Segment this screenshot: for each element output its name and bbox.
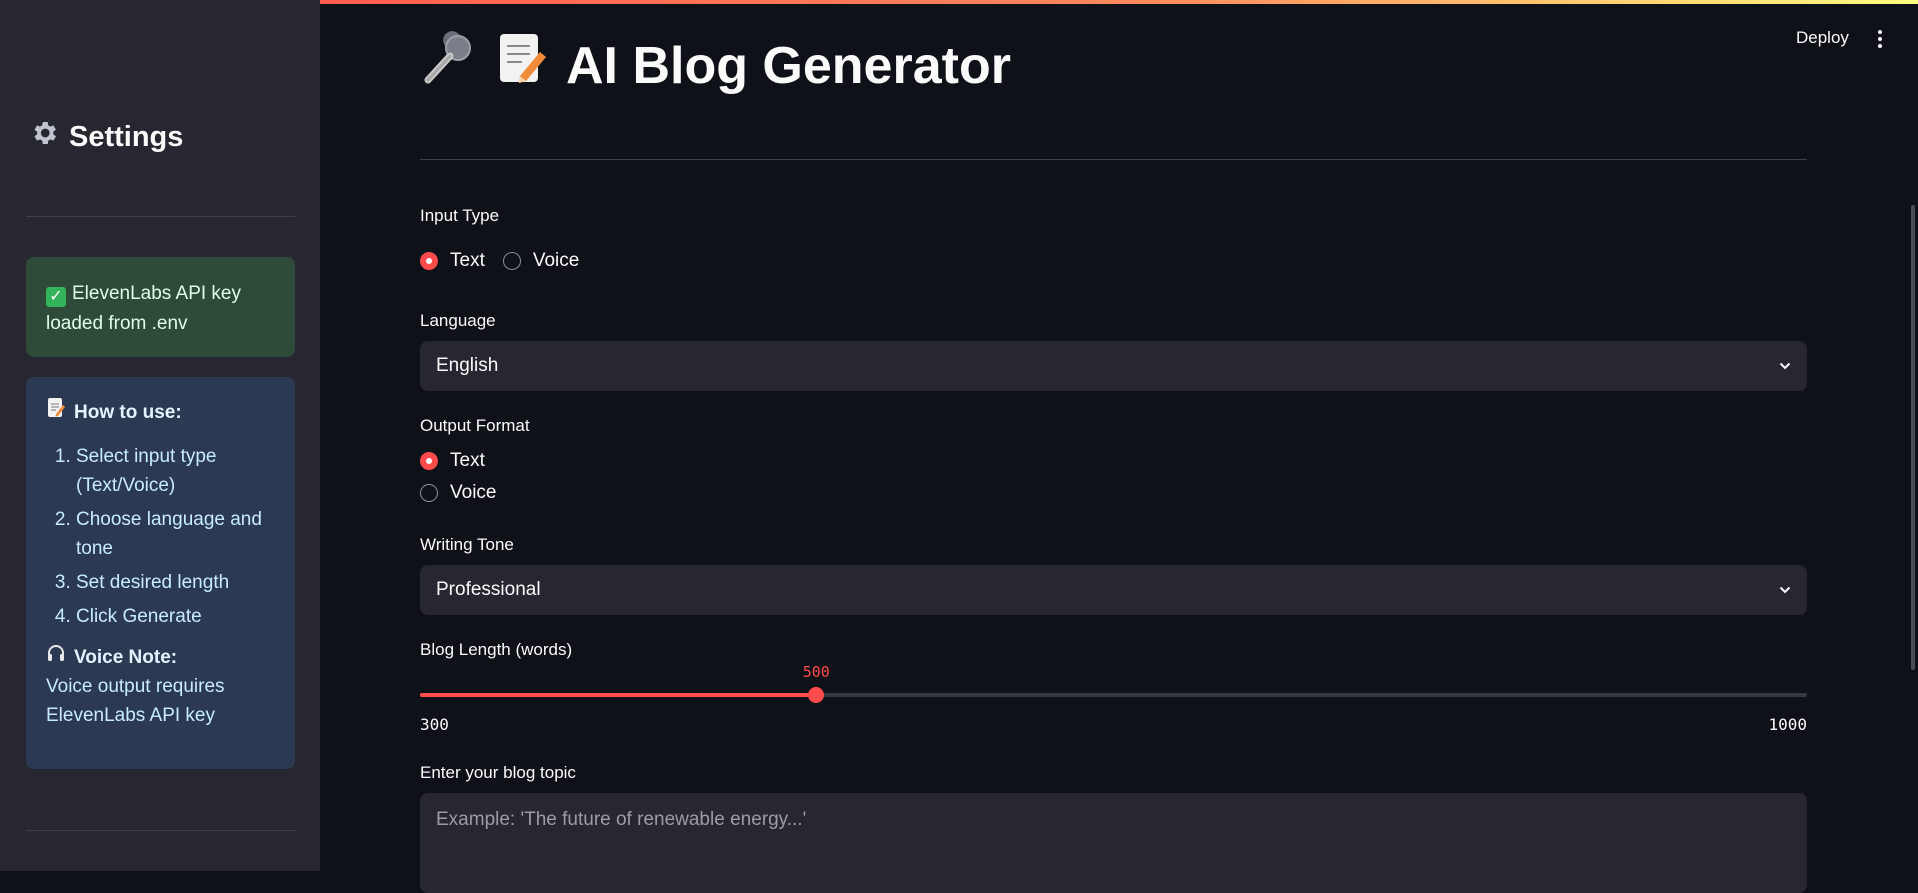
output-format-radio-text[interactable]: Text bbox=[420, 450, 485, 472]
radio-unselected-indicator bbox=[420, 484, 438, 502]
chevron-down-icon bbox=[1779, 586, 1791, 594]
language-label: Language bbox=[420, 311, 496, 330]
list-item: Set desired length bbox=[76, 568, 275, 597]
check-icon: ✓ bbox=[46, 287, 66, 307]
main-scrollbar[interactable] bbox=[1911, 205, 1915, 670]
sidebar-divider bbox=[26, 830, 295, 831]
title-divider bbox=[420, 159, 1807, 160]
radio-label: Text bbox=[450, 450, 485, 471]
list-item: Click Generate bbox=[76, 602, 275, 631]
slider-min-label: 300 bbox=[420, 715, 449, 734]
radio-selected-indicator bbox=[420, 452, 438, 470]
chevron-down-icon bbox=[1779, 362, 1791, 370]
input-type-radio-group: Text Voice bbox=[420, 250, 597, 272]
list-item: Choose language and tone bbox=[76, 505, 275, 563]
radio-label: Voice bbox=[532, 250, 580, 271]
input-type-radio-voice[interactable]: Voice bbox=[502, 250, 580, 272]
how-to-use-info-box: How to use: Select input type (Text/Voic… bbox=[26, 377, 295, 769]
sidebar-title: Settings bbox=[29, 118, 183, 156]
output-format-radio-text-row: Text bbox=[420, 450, 503, 472]
sidebar-divider bbox=[26, 216, 295, 217]
radio-unselected-indicator bbox=[502, 252, 521, 270]
voice-note-text: Voice output requires ElevenLabs API key bbox=[46, 676, 225, 726]
language-select-value: English bbox=[436, 355, 499, 376]
slider-value: 500 bbox=[802, 663, 830, 681]
blog-topic-input[interactable] bbox=[420, 793, 1807, 893]
memo-icon bbox=[494, 30, 550, 101]
slider-fill bbox=[420, 693, 817, 697]
radio-label: Text bbox=[450, 250, 485, 271]
blog-length-slider[interactable]: 500 bbox=[420, 663, 1807, 703]
output-format-radio-voice-row: Voice bbox=[420, 482, 514, 504]
blog-length-label: Blog Length (words) bbox=[420, 640, 573, 659]
radio-label: Voice bbox=[450, 482, 497, 503]
output-format-radio-voice[interactable]: Voice bbox=[420, 482, 496, 504]
page-title: AI Blog Generator bbox=[420, 30, 1011, 101]
how-to-use-steps: Select input type (Text/Voice) Choose la… bbox=[46, 442, 275, 631]
input-type-radio-text[interactable]: Text bbox=[420, 250, 485, 272]
gear-icon bbox=[29, 118, 59, 156]
how-to-use-header: How to use: bbox=[46, 397, 275, 428]
slider-max-label: 1000 bbox=[1768, 715, 1807, 734]
deploy-button[interactable]: Deploy bbox=[1796, 28, 1849, 48]
input-type-label: Input Type bbox=[420, 206, 500, 225]
writing-tone-label: Writing Tone bbox=[420, 535, 514, 554]
sidebar-title-text: Settings bbox=[69, 120, 184, 153]
page-title-text: AI Blog Generator bbox=[566, 36, 1011, 95]
api-key-success-alert: ✓ ElevenLabs API key loaded from .env bbox=[26, 257, 295, 357]
writing-tone-select-value: Professional bbox=[436, 579, 541, 600]
success-text: ElevenLabs API key loaded from .env bbox=[46, 283, 241, 334]
output-format-label: Output Format bbox=[420, 416, 530, 435]
radio-selected-indicator bbox=[420, 252, 438, 270]
list-item: Select input type (Text/Voice) bbox=[76, 442, 275, 500]
voice-note-title: Voice Note: bbox=[74, 647, 178, 668]
voice-note-header: Voice Note: bbox=[46, 643, 275, 672]
slider-thumb[interactable] bbox=[808, 687, 825, 703]
language-select[interactable]: English bbox=[420, 341, 1807, 391]
blog-topic-label: Enter your blog topic bbox=[420, 763, 576, 782]
headphone-icon bbox=[46, 643, 66, 672]
sidebar: Settings ✓ ElevenLabs API key loaded from… bbox=[0, 0, 320, 871]
microphone-icon bbox=[420, 30, 478, 101]
how-to-use-title: How to use: bbox=[74, 402, 182, 423]
writing-tone-select[interactable]: Professional bbox=[420, 565, 1807, 615]
memo-icon bbox=[46, 397, 66, 428]
kebab-menu-icon[interactable] bbox=[1875, 28, 1885, 50]
